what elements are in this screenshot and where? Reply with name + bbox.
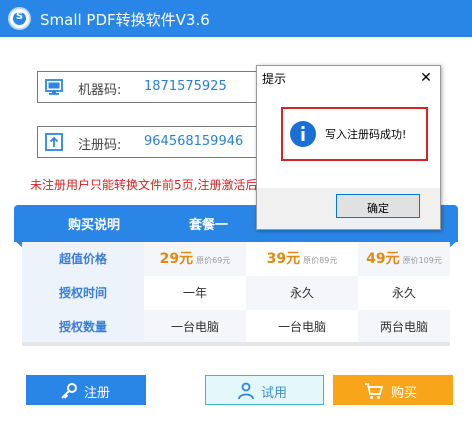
registration-code-label: 注册码:: [78, 138, 122, 153]
row-label-quantity: 授权数量: [22, 310, 144, 344]
quantity-cell: 两台电脑: [358, 310, 450, 344]
register-button[interactable]: 注册: [26, 375, 146, 405]
duration-cell: 永久: [391, 286, 416, 300]
close-icon[interactable]: ✕: [417, 69, 435, 87]
plan-table: 超值价格 29元 原价69元 39元 原价89元 49元 原价109元 授权时间 一年…: [22, 242, 450, 344]
message-dialog: 提示 ✕ 写入注册码成功! 确定: [256, 65, 441, 230]
buy-button-label: 购买: [391, 385, 418, 400]
dialog-message-highlight: 写入注册码成功!: [281, 107, 428, 161]
app-title: Small PDF转换软件V3.6: [40, 11, 210, 29]
table-shadow: [22, 342, 450, 346]
quantity-cell: 一台电脑: [277, 320, 326, 334]
purchase-description-heading: 购买说明: [68, 218, 121, 233]
upload-icon: [45, 133, 63, 151]
dialog-message: 写入注册码成功!: [325, 128, 407, 141]
title-bar: S Small PDF转换软件V3.6: [0, 0, 472, 37]
trial-button[interactable]: 试用: [205, 375, 324, 405]
price-cell: 29元 原价69元: [144, 242, 246, 276]
table-row: 超值价格 29元 原价69元 39元 原价89元 49元 原价109元: [22, 242, 450, 276]
table-row: 授权时间 一年 永久 永久: [22, 276, 450, 310]
plan-one-heading: 套餐一: [189, 218, 229, 233]
key-icon: [61, 383, 77, 399]
info-icon: [290, 121, 316, 147]
row-label-duration: 授权时间: [22, 276, 144, 310]
dialog-title: 提示: [262, 72, 287, 86]
app-logo-icon: S: [8, 7, 31, 30]
ok-button-label: 确定: [367, 203, 389, 215]
price-cell: 39元 原价89元: [266, 251, 338, 267]
duration-cell: 永久: [246, 276, 358, 310]
buy-button[interactable]: 购买: [333, 375, 453, 405]
monitor-icon: [45, 79, 63, 95]
table-row: 授权数量 一台电脑 一台电脑 两台电脑: [22, 310, 450, 344]
quantity-cell: 一台电脑: [144, 310, 246, 344]
row-label-price: 超值价格: [22, 242, 144, 276]
user-icon: [238, 382, 254, 400]
dialog-title-bar: 提示 ✕: [257, 66, 440, 90]
register-button-label: 注册: [84, 385, 111, 400]
dialog-body: 写入注册码成功!: [257, 90, 440, 188]
trial-button-label: 试用: [261, 385, 288, 400]
machine-code-value[interactable]: 1871575925: [144, 79, 227, 94]
duration-cell: 一年: [182, 286, 207, 300]
cart-icon: [365, 383, 384, 399]
price-cell: 49元 原价109元: [358, 242, 450, 276]
ok-button[interactable]: 确定: [336, 194, 420, 218]
registration-code-input[interactable]: 964568159946: [144, 134, 243, 149]
machine-code-label: 机器码:: [78, 83, 122, 98]
unregistered-warning: 未注册用户只能转换文件前5页,注册激活后: [30, 178, 258, 192]
